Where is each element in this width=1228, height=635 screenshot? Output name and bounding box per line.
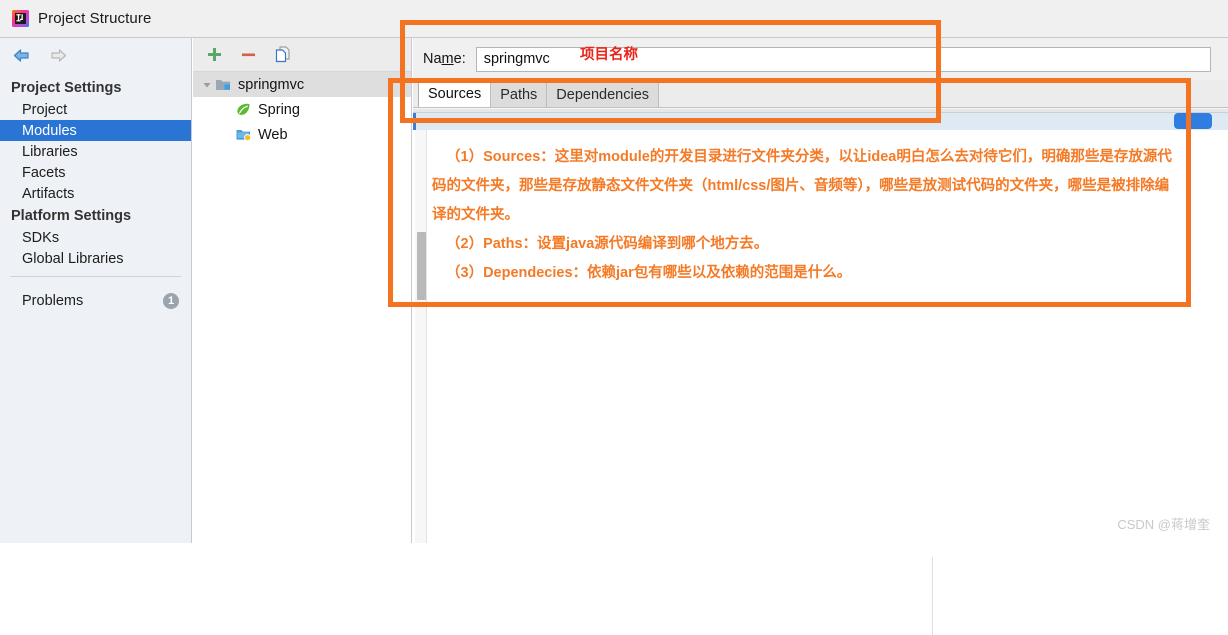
arrow-left-icon[interactable] <box>11 47 32 64</box>
csdn-watermark: CSDN @蒋增奎 <box>1117 517 1210 532</box>
module-name-label: Name: <box>423 51 466 67</box>
modules-panel: springmvc Spring Web <box>193 38 412 543</box>
sidebar-item-artifacts[interactable]: Artifacts <box>0 183 191 204</box>
intellij-idea-logo-icon <box>12 10 29 27</box>
window-title: Project Structure <box>38 10 152 27</box>
tab-sources[interactable]: Sources <box>418 80 492 107</box>
sidebar-divider <box>10 276 181 277</box>
tree-row[interactable]: springmvc <box>193 72 411 97</box>
sidebar-item-problems[interactable]: Problems 1 <box>0 288 191 314</box>
sidebar-item-problems-label: Problems <box>22 293 84 309</box>
sidebar-nav-list: Project Settings Project Modules Librari… <box>0 76 191 314</box>
annotation-line-3: （3）Dependecies：依赖jar包有哪些以及依赖的范围是什么。 <box>446 265 852 281</box>
sidebar-item-project[interactable]: Project <box>0 99 191 120</box>
arrow-right-icon <box>48 47 69 64</box>
web-facet-icon <box>235 126 252 143</box>
toolbar-left-marker <box>413 113 416 130</box>
tree-row[interactable]: Web <box>193 122 411 147</box>
tree-row-label: Spring <box>258 101 300 118</box>
window-titlebar: Project Structure <box>0 0 1228 38</box>
tab-dependencies[interactable]: Dependencies <box>546 82 660 107</box>
vertical-scrollbar-thumb[interactable] <box>417 232 426 300</box>
sidebar-item-global-libraries[interactable]: Global Libraries <box>0 248 191 269</box>
tab-paths[interactable]: Paths <box>490 82 548 107</box>
settings-sidebar: Project Settings Project Modules Librari… <box>0 38 192 543</box>
vertical-scrollbar[interactable] <box>415 130 427 543</box>
chevron-down-icon[interactable] <box>199 77 215 93</box>
modules-tree: springmvc Spring Web <box>193 72 411 147</box>
detail-tabstrip: Sources Paths Dependencies <box>413 80 1228 108</box>
sidebar-group-header-platform-settings: Platform Settings <box>11 207 132 224</box>
project-structure-dialog: Project Structure Project Settings Proje… <box>0 0 1228 635</box>
toolbar-blue-button[interactable] <box>1174 113 1212 129</box>
minus-icon[interactable] <box>239 45 258 64</box>
sidebar-group-header-project-settings: Project Settings <box>11 79 122 96</box>
annotation-description-text: （1）Sources：这里对module的开发目录进行文件夹分类，以让idea明… <box>432 143 1182 288</box>
tree-row[interactable]: Spring <box>193 97 411 122</box>
content-vertical-divider <box>932 557 933 635</box>
spring-leaf-icon <box>235 101 252 118</box>
sidebar-nav-arrows <box>0 38 191 72</box>
sidebar-item-libraries[interactable]: Libraries <box>0 141 191 162</box>
annotation-line-2: （2）Paths：设置java源代码编译到哪个地方去。 <box>446 236 769 252</box>
annotation-line-1: （1）Sources：这里对module的开发目录进行文件夹分类，以让idea明… <box>432 149 1172 223</box>
module-folder-icon <box>215 76 232 93</box>
module-name-row: Name: <box>413 38 1228 80</box>
tree-row-label: springmvc <box>238 76 305 93</box>
module-detail-panel: Name: Sources Paths Dependencies <box>413 38 1228 635</box>
tree-row-label: Web <box>258 126 288 143</box>
sources-toolbar <box>413 113 1228 130</box>
copy-icon[interactable] <box>273 45 292 64</box>
sidebar-item-facets[interactable]: Facets <box>0 162 191 183</box>
modules-toolbar <box>193 38 411 72</box>
sidebar-item-modules[interactable]: Modules <box>0 120 191 141</box>
problems-count-badge: 1 <box>163 293 179 309</box>
annotation-label-project-name: 项目名称 <box>580 47 638 63</box>
sidebar-item-sdks[interactable]: SDKs <box>0 227 191 248</box>
plus-icon[interactable] <box>205 45 224 64</box>
